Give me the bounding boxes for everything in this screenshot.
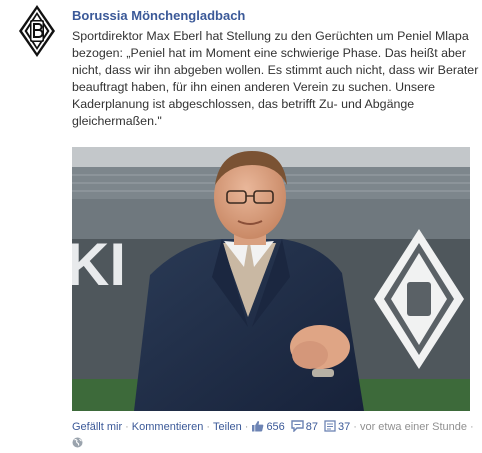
post-photo[interactable]: KI	[72, 147, 470, 411]
svg-text:KI: KI	[72, 231, 126, 298]
like-link[interactable]: Gefällt mir	[72, 421, 122, 433]
share-icon	[324, 420, 336, 432]
separator: ·	[469, 421, 474, 433]
separator: ·	[244, 421, 249, 433]
likes-count: 656	[266, 421, 285, 433]
likes-count-button[interactable]: 656	[251, 420, 285, 433]
separator: ·	[353, 421, 357, 433]
post-message: Sportdirektor Max Eberl hat Stellung zu …	[72, 29, 479, 128]
privacy-indicator[interactable]	[72, 435, 83, 453]
separator: ·	[125, 421, 129, 433]
comment-bubble-icon	[291, 420, 304, 433]
shares-count: 37	[338, 421, 351, 433]
separator: ·	[206, 421, 211, 433]
thumbs-up-icon	[252, 420, 264, 432]
page-avatar-crest[interactable]	[18, 4, 56, 58]
post-timestamp[interactable]: vor etwa einer Stunde	[360, 421, 467, 433]
comment-link[interactable]: Kommentieren	[132, 421, 204, 433]
post-footer: Gefällt mir · Kommentieren · Teilen · 656 87 37 ·…	[72, 419, 480, 435]
shares-count-button[interactable]: 37	[324, 420, 351, 433]
comments-count-button[interactable]: 87	[291, 420, 319, 433]
comments-count: 87	[305, 421, 319, 433]
page-name-link[interactable]: Borussia Mönchengladbach	[72, 8, 245, 23]
share-link[interactable]: Teilen	[213, 421, 242, 433]
globe-icon	[72, 437, 83, 448]
